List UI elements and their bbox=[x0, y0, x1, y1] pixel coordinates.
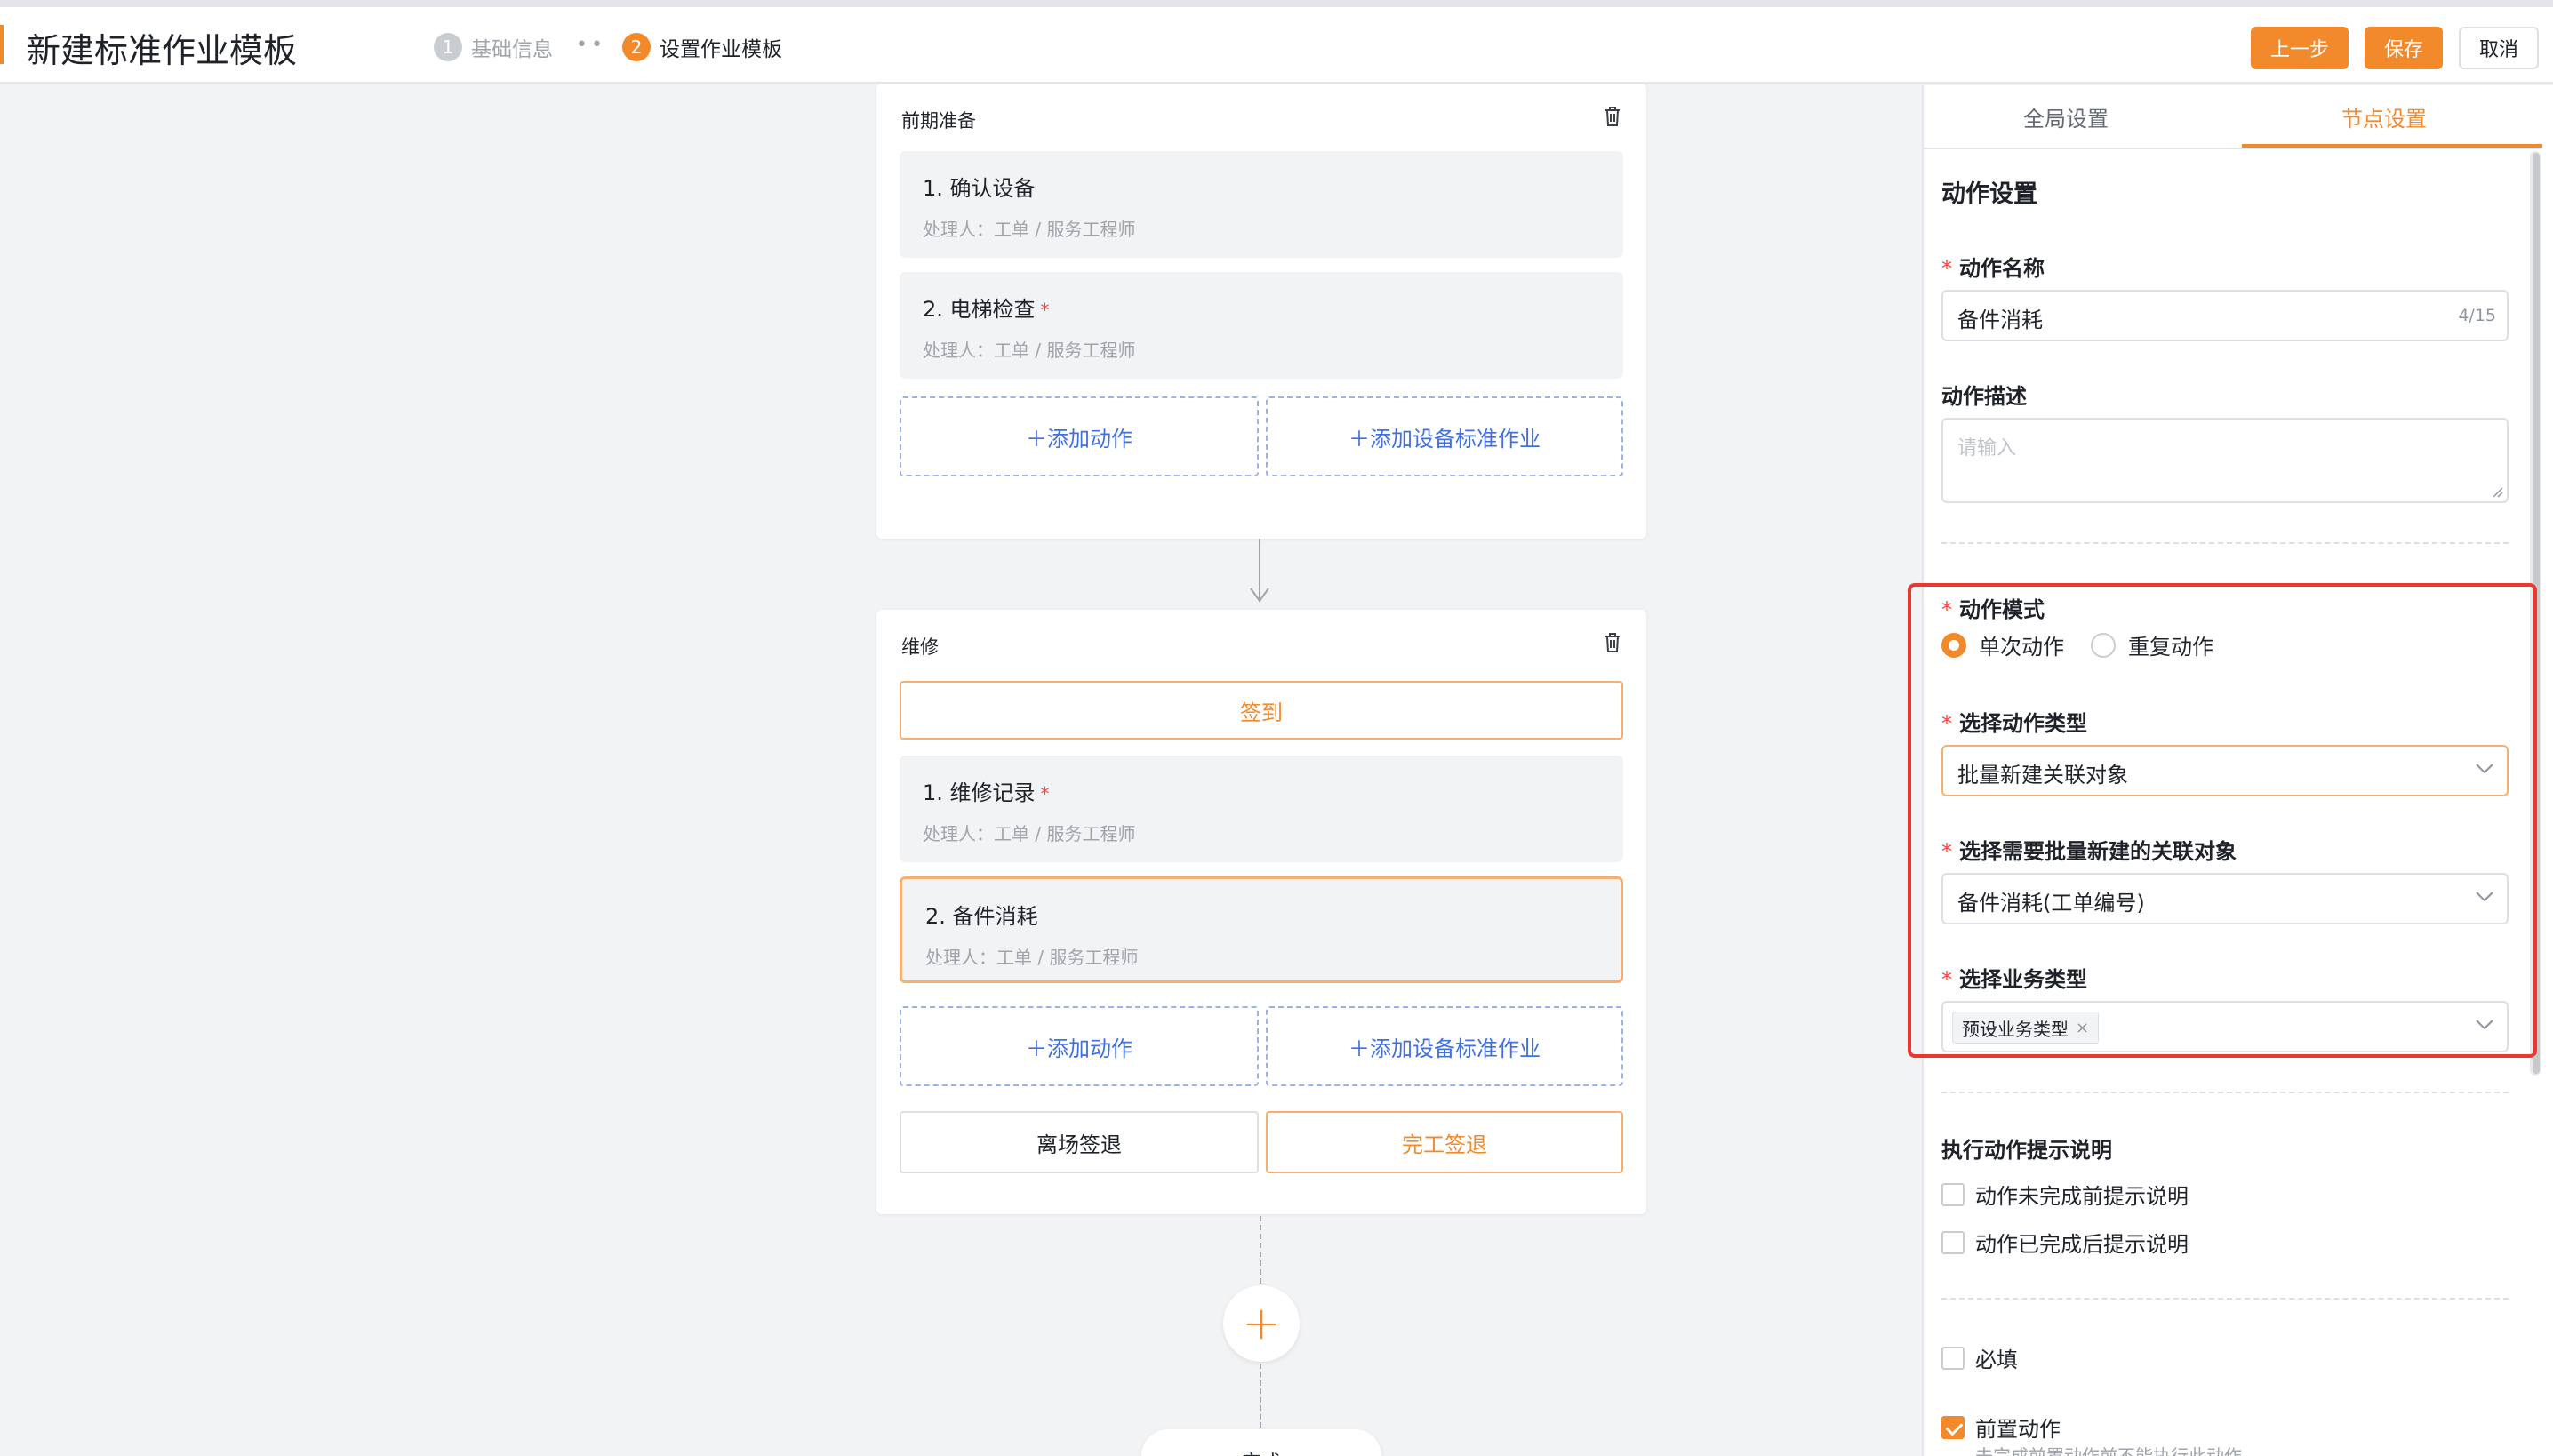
section-divider bbox=[1941, 1092, 2509, 1093]
action-item[interactable]: 1. 确认设备 处理人：工单 / 服务工程师 bbox=[900, 151, 1623, 258]
business-type-label: * 选择业务类型 bbox=[1941, 967, 2087, 992]
active-tab-indicator bbox=[2242, 144, 2542, 148]
page-title: 新建标准作业模板 bbox=[27, 31, 298, 70]
leave-checkout-button[interactable]: 离场签退 bbox=[900, 1111, 1259, 1173]
related-object-label: * 选择需要批量新建的关联对象 bbox=[1941, 839, 2237, 864]
action-title: 1. 确认设备 bbox=[923, 176, 1036, 201]
step-basic-info[interactable]: 1 基础信息 bbox=[434, 32, 553, 62]
top-header: 新建标准作业模板 1 基础信息 •• 2 设置作业模板 上一步 保存 取消 bbox=[0, 0, 2553, 84]
radio-label[interactable]: 单次动作 bbox=[1979, 629, 2064, 660]
trash-icon[interactable] bbox=[1602, 105, 1623, 128]
action-name-value: 备件消耗 bbox=[1957, 308, 2043, 332]
step-label: 设置作业模板 bbox=[660, 38, 782, 61]
section-divider bbox=[1941, 1298, 2509, 1300]
add-action-button[interactable]: ＋添加动作 bbox=[900, 396, 1259, 476]
required-checkbox-row[interactable]: 必填 bbox=[1941, 1342, 2018, 1373]
action-mode-label: * 动作模式 bbox=[1941, 597, 2045, 622]
required-checkbox[interactable] bbox=[1941, 1346, 1965, 1370]
action-handler: 处理人：工单 / 服务工程师 bbox=[923, 219, 1136, 240]
tag-label: 预设业务类型 bbox=[1962, 1018, 2069, 1040]
node-title: 前期准备 bbox=[901, 110, 976, 132]
flow-connector bbox=[1260, 1216, 1261, 1284]
finish-checkout-button[interactable]: 完工签退 bbox=[1266, 1111, 1623, 1173]
radio-label[interactable]: 重复动作 bbox=[2128, 629, 2213, 660]
action-item[interactable]: 2. 电梯检查 * 处理人：工单 / 服务工程师 bbox=[900, 272, 1623, 379]
tip-after-checkbox-row[interactable]: 动作已完成后提示说明 bbox=[1941, 1227, 2189, 1258]
desc-placeholder: 请输入 bbox=[1957, 437, 2017, 460]
chevron-down-icon bbox=[2476, 892, 2493, 902]
arrow-down-icon bbox=[1250, 588, 1269, 603]
step-template-setup[interactable]: 2 设置作业模板 bbox=[622, 32, 782, 62]
char-counter: 4/15 bbox=[2458, 306, 2496, 325]
end-node[interactable]: 完成 bbox=[1141, 1429, 1381, 1456]
tip-before-checkbox-row[interactable]: 动作未完成前提示说明 bbox=[1941, 1179, 2189, 1210]
step-number: 2 bbox=[622, 33, 651, 61]
add-standard-job-button[interactable]: ＋添加设备标准作业 bbox=[1266, 1006, 1623, 1086]
action-title: 1. 维修记录 * bbox=[923, 780, 1050, 805]
action-title: 2. 备件消耗 bbox=[925, 904, 1038, 929]
pre-action-checkbox[interactable] bbox=[1941, 1415, 1965, 1439]
node-card-preparation[interactable]: 前期准备 1. 确认设备 处理人：工单 / 服务工程师 2. 电梯检查 * 处理人… bbox=[876, 84, 1646, 539]
checkbox-label[interactable]: 动作未完成前提示说明 bbox=[1975, 1179, 2189, 1210]
tip-before-checkbox[interactable] bbox=[1941, 1182, 1965, 1206]
step-label: 基础信息 bbox=[471, 38, 553, 61]
action-handler: 处理人：工单 / 服务工程师 bbox=[923, 823, 1136, 844]
radio-repeat-action[interactable] bbox=[2091, 632, 2116, 658]
flow-connector bbox=[1260, 1364, 1261, 1428]
action-item-selected[interactable]: 2. 备件消耗 处理人：工单 / 服务工程师 bbox=[900, 876, 1623, 983]
node-card-repair[interactable]: 维修 签到 1. 维修记录 * 处理人：工单 / 服务工程师 2. 备件消耗 处理… bbox=[876, 610, 1646, 1214]
business-type-select[interactable]: 预设业务类型 × bbox=[1941, 1001, 2509, 1052]
save-button[interactable]: 保存 bbox=[2365, 27, 2443, 69]
action-handler: 处理人：工单 / 服务工程师 bbox=[925, 947, 1139, 968]
pre-action-hint: 未完成前置动作前不能执行此动作 bbox=[1975, 1445, 2242, 1456]
action-name-input[interactable]: 备件消耗 4/15 bbox=[1941, 290, 2509, 341]
radio-single-action[interactable] bbox=[1941, 632, 1966, 658]
step-number: 1 bbox=[434, 33, 462, 61]
checkbox-label[interactable]: 前置动作 bbox=[1975, 1412, 2061, 1443]
action-mode-radio-group: 单次动作 重复动作 bbox=[1941, 629, 2240, 660]
related-object-select[interactable]: 备件消耗(工单编号) bbox=[1941, 873, 2509, 924]
title-accent-bar bbox=[0, 25, 4, 64]
chevron-down-icon bbox=[2476, 764, 2493, 774]
action-desc-label: 动作描述 bbox=[1941, 384, 2027, 409]
top-divider bbox=[0, 0, 2553, 7]
checkbox-label[interactable]: 动作已完成后提示说明 bbox=[1975, 1227, 2189, 1258]
action-name-label: * 动作名称 bbox=[1941, 256, 2045, 281]
tab-global-settings[interactable]: 全局设置 bbox=[2023, 101, 2109, 132]
checkbox-label[interactable]: 必填 bbox=[1975, 1342, 2018, 1373]
add-standard-job-button[interactable]: ＋添加设备标准作业 bbox=[1266, 396, 1623, 476]
add-action-button[interactable]: ＋添加动作 bbox=[900, 1006, 1259, 1086]
panel-tabs: 全局设置 节点设置 bbox=[1924, 85, 2542, 149]
action-title: 2. 电梯检查 * bbox=[923, 297, 1050, 322]
add-node-button[interactable]: + bbox=[1223, 1285, 1300, 1362]
business-type-tag: 预设业务类型 × bbox=[1952, 1012, 2100, 1044]
section-title-action-settings: 动作设置 bbox=[1941, 180, 2037, 208]
checkin-button[interactable]: 签到 bbox=[900, 681, 1623, 740]
select-value: 批量新建关联对象 bbox=[1957, 763, 2128, 788]
tab-node-settings[interactable]: 节点设置 bbox=[2341, 101, 2427, 132]
action-desc-textarea[interactable]: 请输入 bbox=[1941, 418, 2509, 503]
pre-action-checkbox-row[interactable]: 前置动作 bbox=[1941, 1412, 2061, 1443]
section-divider bbox=[1941, 542, 2509, 544]
action-item[interactable]: 1. 维修记录 * 处理人：工单 / 服务工程师 bbox=[900, 756, 1623, 862]
action-handler: 处理人：工单 / 服务工程师 bbox=[923, 340, 1136, 361]
select-value: 备件消耗(工单编号) bbox=[1957, 891, 2145, 916]
chevron-down-icon bbox=[2476, 1020, 2493, 1030]
action-type-label: * 选择动作类型 bbox=[1941, 711, 2087, 736]
prev-step-button[interactable]: 上一步 bbox=[2251, 27, 2349, 69]
resize-handle-icon[interactable] bbox=[2491, 485, 2503, 498]
step-separator: •• bbox=[576, 34, 606, 56]
cancel-button[interactable]: 取消 bbox=[2459, 27, 2539, 69]
tip-after-checkbox[interactable] bbox=[1941, 1230, 1965, 1254]
required-mark: * bbox=[1040, 783, 1050, 804]
required-mark: * bbox=[1040, 300, 1050, 321]
tip-section-label: 执行动作提示说明 bbox=[1941, 1138, 2112, 1163]
node-title: 维修 bbox=[901, 636, 939, 658]
action-type-select[interactable]: 批量新建关联对象 bbox=[1941, 745, 2509, 796]
close-icon[interactable]: × bbox=[2076, 1019, 2089, 1037]
trash-icon[interactable] bbox=[1602, 631, 1623, 654]
